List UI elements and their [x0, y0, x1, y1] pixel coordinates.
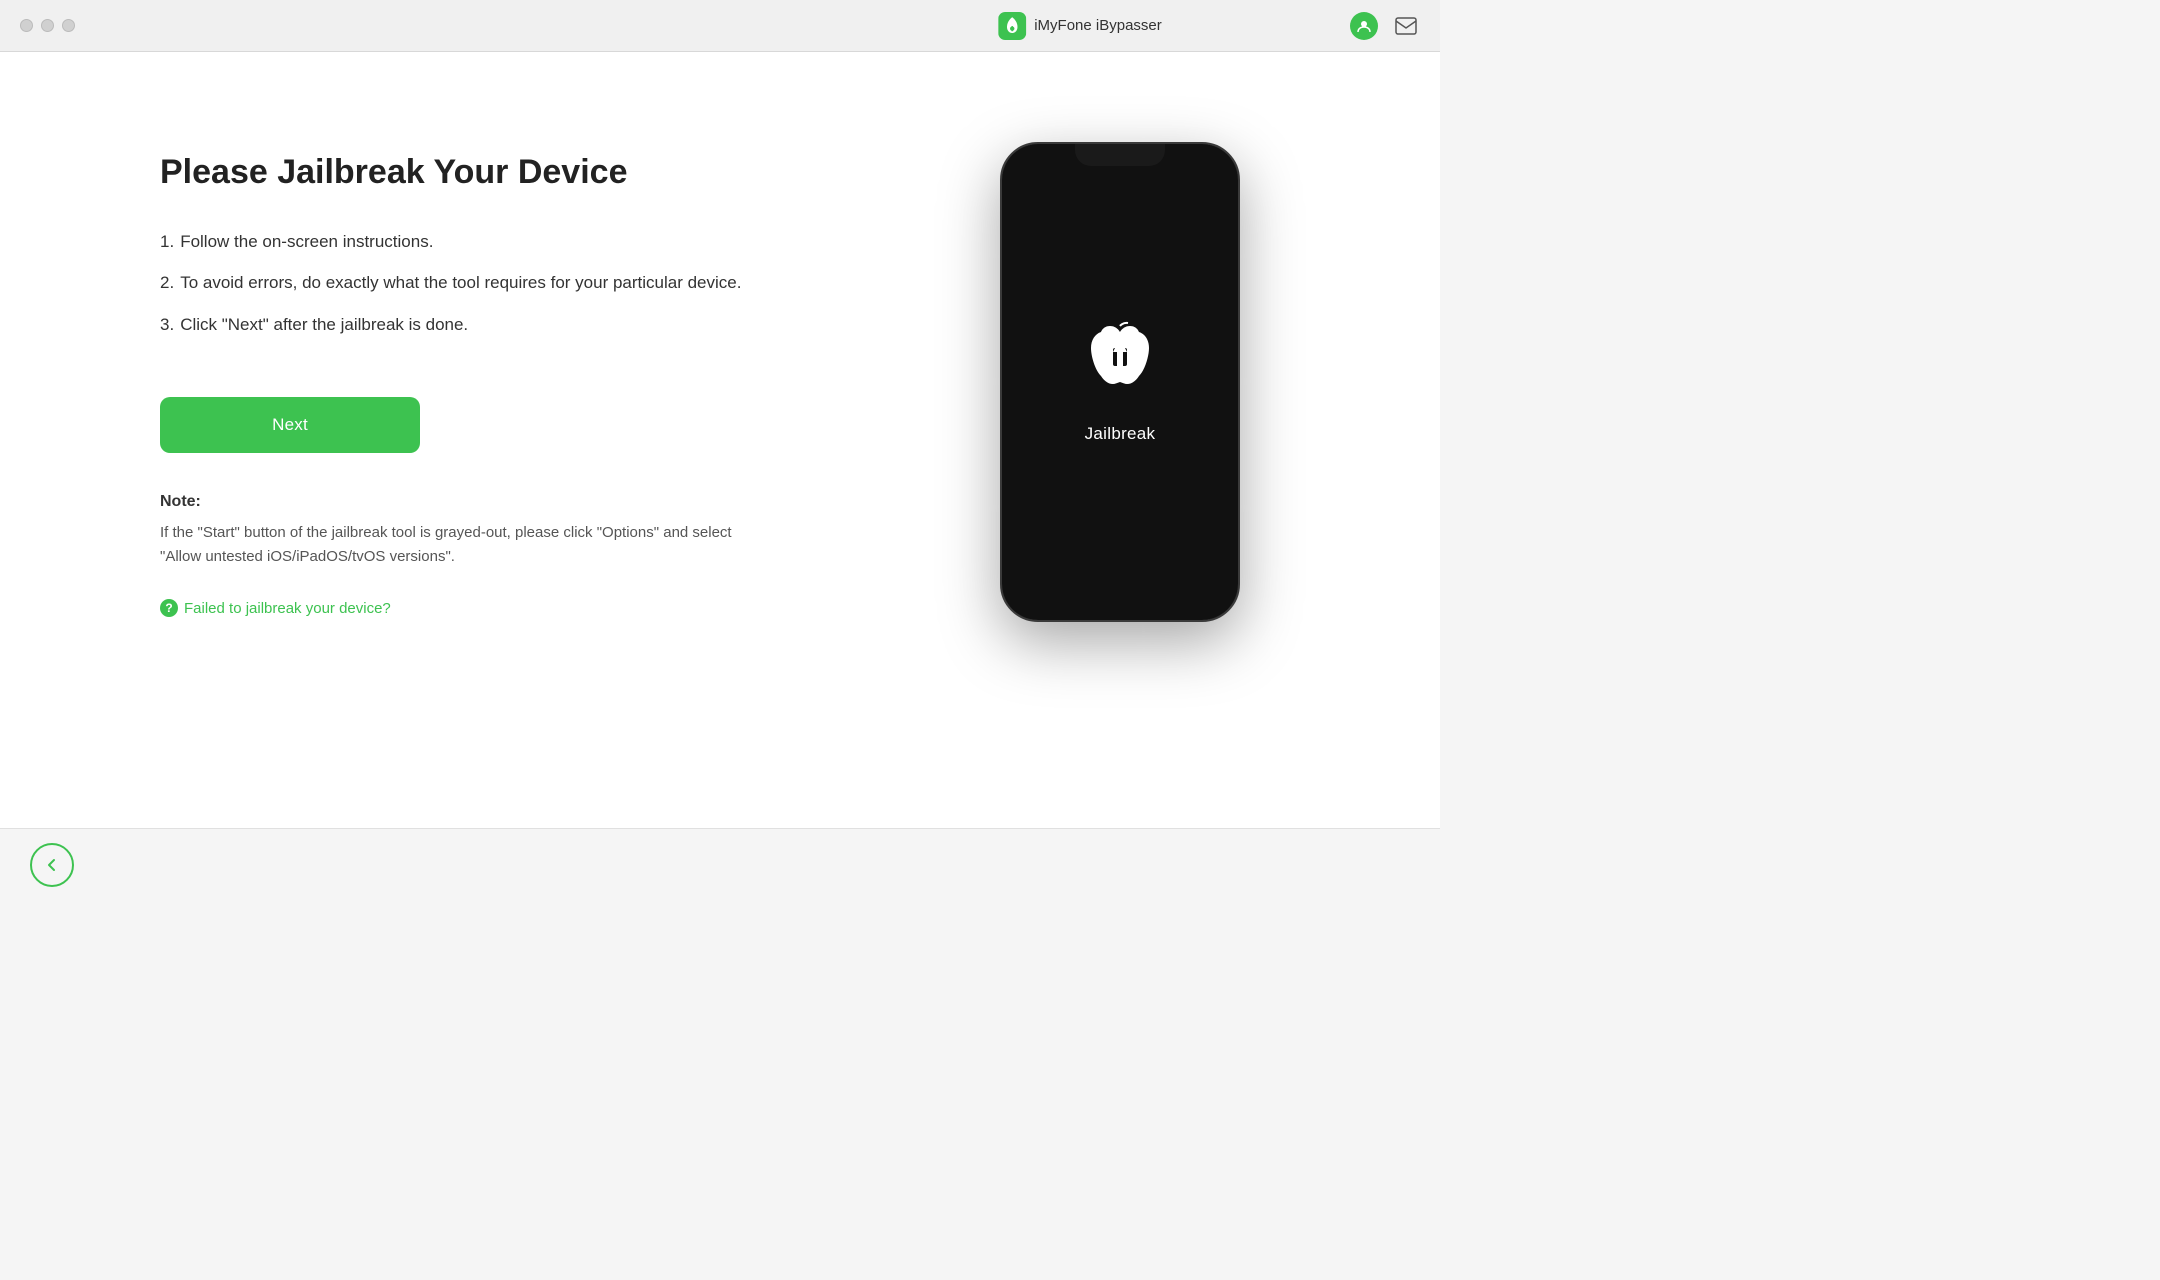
jailbreak-screen-content: Jailbreak [1075, 320, 1165, 444]
note-text: If the "Start" button of the jailbreak t… [160, 521, 740, 569]
jailbreak-icon [1075, 320, 1165, 410]
mail-button[interactable] [1392, 12, 1420, 40]
close-button[interactable] [20, 19, 33, 32]
window-controls [20, 19, 75, 32]
main-content: Please Jailbreak Your Device 1. Follow t… [0, 52, 1440, 828]
app-title-bar: iMyFone iBypasser [998, 12, 1162, 40]
right-panel: Jailbreak [960, 132, 1280, 622]
app-logo-icon [998, 12, 1026, 40]
question-icon: ? [160, 599, 178, 617]
maximize-button[interactable] [62, 19, 75, 32]
note-section: Note: If the "Start" button of the jailb… [160, 493, 920, 569]
back-arrow-icon [43, 856, 61, 874]
page-title: Please Jailbreak Your Device [160, 152, 920, 193]
phone-notch [1075, 144, 1165, 166]
instruction-number-1: 1. [160, 229, 174, 255]
instruction-text-2: To avoid errors, do exactly what the too… [180, 270, 741, 296]
instruction-number-2: 2. [160, 270, 174, 296]
left-panel: Please Jailbreak Your Device 1. Follow t… [160, 132, 920, 617]
minimize-button[interactable] [41, 19, 54, 32]
phone-body: Jailbreak [1000, 142, 1240, 622]
phone-power-button [1238, 304, 1240, 374]
phone-screen: Jailbreak [1002, 144, 1238, 620]
instruction-item-1: 1. Follow the on-screen instructions. [160, 229, 920, 255]
instruction-item-2: 2. To avoid errors, do exactly what the … [160, 270, 920, 296]
next-button[interactable]: Next [160, 397, 420, 453]
app-title-text: iMyFone iBypasser [1034, 17, 1162, 34]
titlebar-actions [1350, 12, 1420, 40]
failed-jailbreak-link[interactable]: ? Failed to jailbreak your device? [160, 599, 920, 617]
phone-illustration: Jailbreak [1000, 142, 1240, 622]
user-account-button[interactable] [1350, 12, 1378, 40]
instructions-list: 1. Follow the on-screen instructions. 2.… [160, 229, 920, 354]
instruction-number-3: 3. [160, 312, 174, 338]
note-label: Note: [160, 493, 920, 511]
failed-link-text: Failed to jailbreak your device? [184, 600, 391, 617]
instruction-text-3: Click "Next" after the jailbreak is done… [180, 312, 468, 338]
jailbreak-label: Jailbreak [1085, 424, 1156, 444]
back-button[interactable] [30, 843, 74, 887]
instruction-item-3: 3. Click "Next" after the jailbreak is d… [160, 312, 920, 338]
instruction-text-1: Follow the on-screen instructions. [180, 229, 433, 255]
bottom-bar [0, 828, 1440, 900]
titlebar: iMyFone iBypasser [0, 0, 1440, 52]
